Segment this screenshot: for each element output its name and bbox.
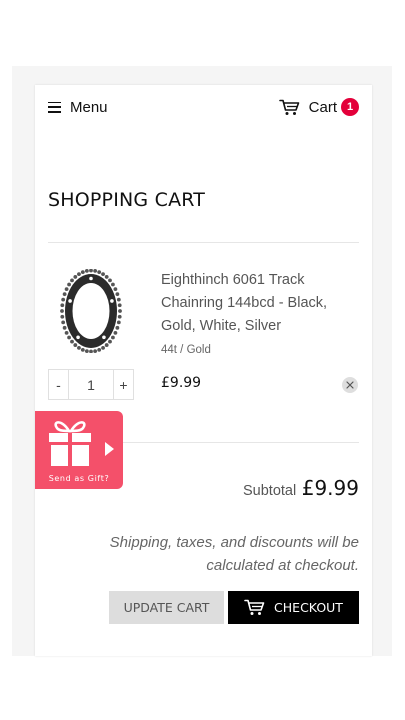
page-title: SHOPPING CART [48, 189, 206, 211]
cart-icon [278, 99, 300, 116]
hamburger-icon [48, 101, 61, 113]
close-icon [346, 381, 354, 389]
quantity-increment-button[interactable]: + [114, 370, 133, 399]
quantity-stepper: - + [48, 369, 134, 400]
chevron-right-icon [105, 442, 114, 456]
quantity-decrement-button[interactable]: - [49, 370, 68, 399]
cart-panel: Menu Cart 1 SHOPPING CART Eighthinch 606… [35, 85, 372, 656]
cart-icon [244, 599, 265, 615]
item-price: £9.99 [161, 375, 202, 391]
subtotal-label: Subtotal [243, 483, 297, 499]
gift-icon [49, 421, 91, 466]
product-name[interactable]: Eighthinch 6061 Track Chainring 144bcd -… [161, 269, 351, 338]
checkout-button[interactable]: CHECKOUT [228, 591, 359, 624]
chainring-image [60, 268, 122, 354]
divider [48, 242, 359, 243]
product-image[interactable] [58, 268, 124, 354]
checkout-label: CHECKOUT [274, 600, 343, 615]
send-as-gift-widget[interactable]: Send as Gift? [35, 411, 123, 489]
menu-label: Menu [70, 98, 108, 116]
update-cart-button[interactable]: UPDATE CART [109, 591, 224, 624]
subtotal-value: £9.99 [301, 476, 359, 500]
remove-item-button[interactable] [342, 377, 358, 393]
cart-link[interactable]: Cart 1 [278, 96, 359, 118]
send-as-gift-label: Send as Gift? [48, 474, 110, 483]
checkout-note: Shipping, taxes, and discounts will be c… [109, 534, 359, 574]
product-variant: 44t / Gold [161, 344, 211, 356]
quantity-input[interactable] [68, 370, 114, 399]
cart-count-badge: 1 [341, 98, 359, 116]
menu-button[interactable]: Menu [48, 97, 108, 117]
cart-label: Cart [308, 98, 337, 116]
